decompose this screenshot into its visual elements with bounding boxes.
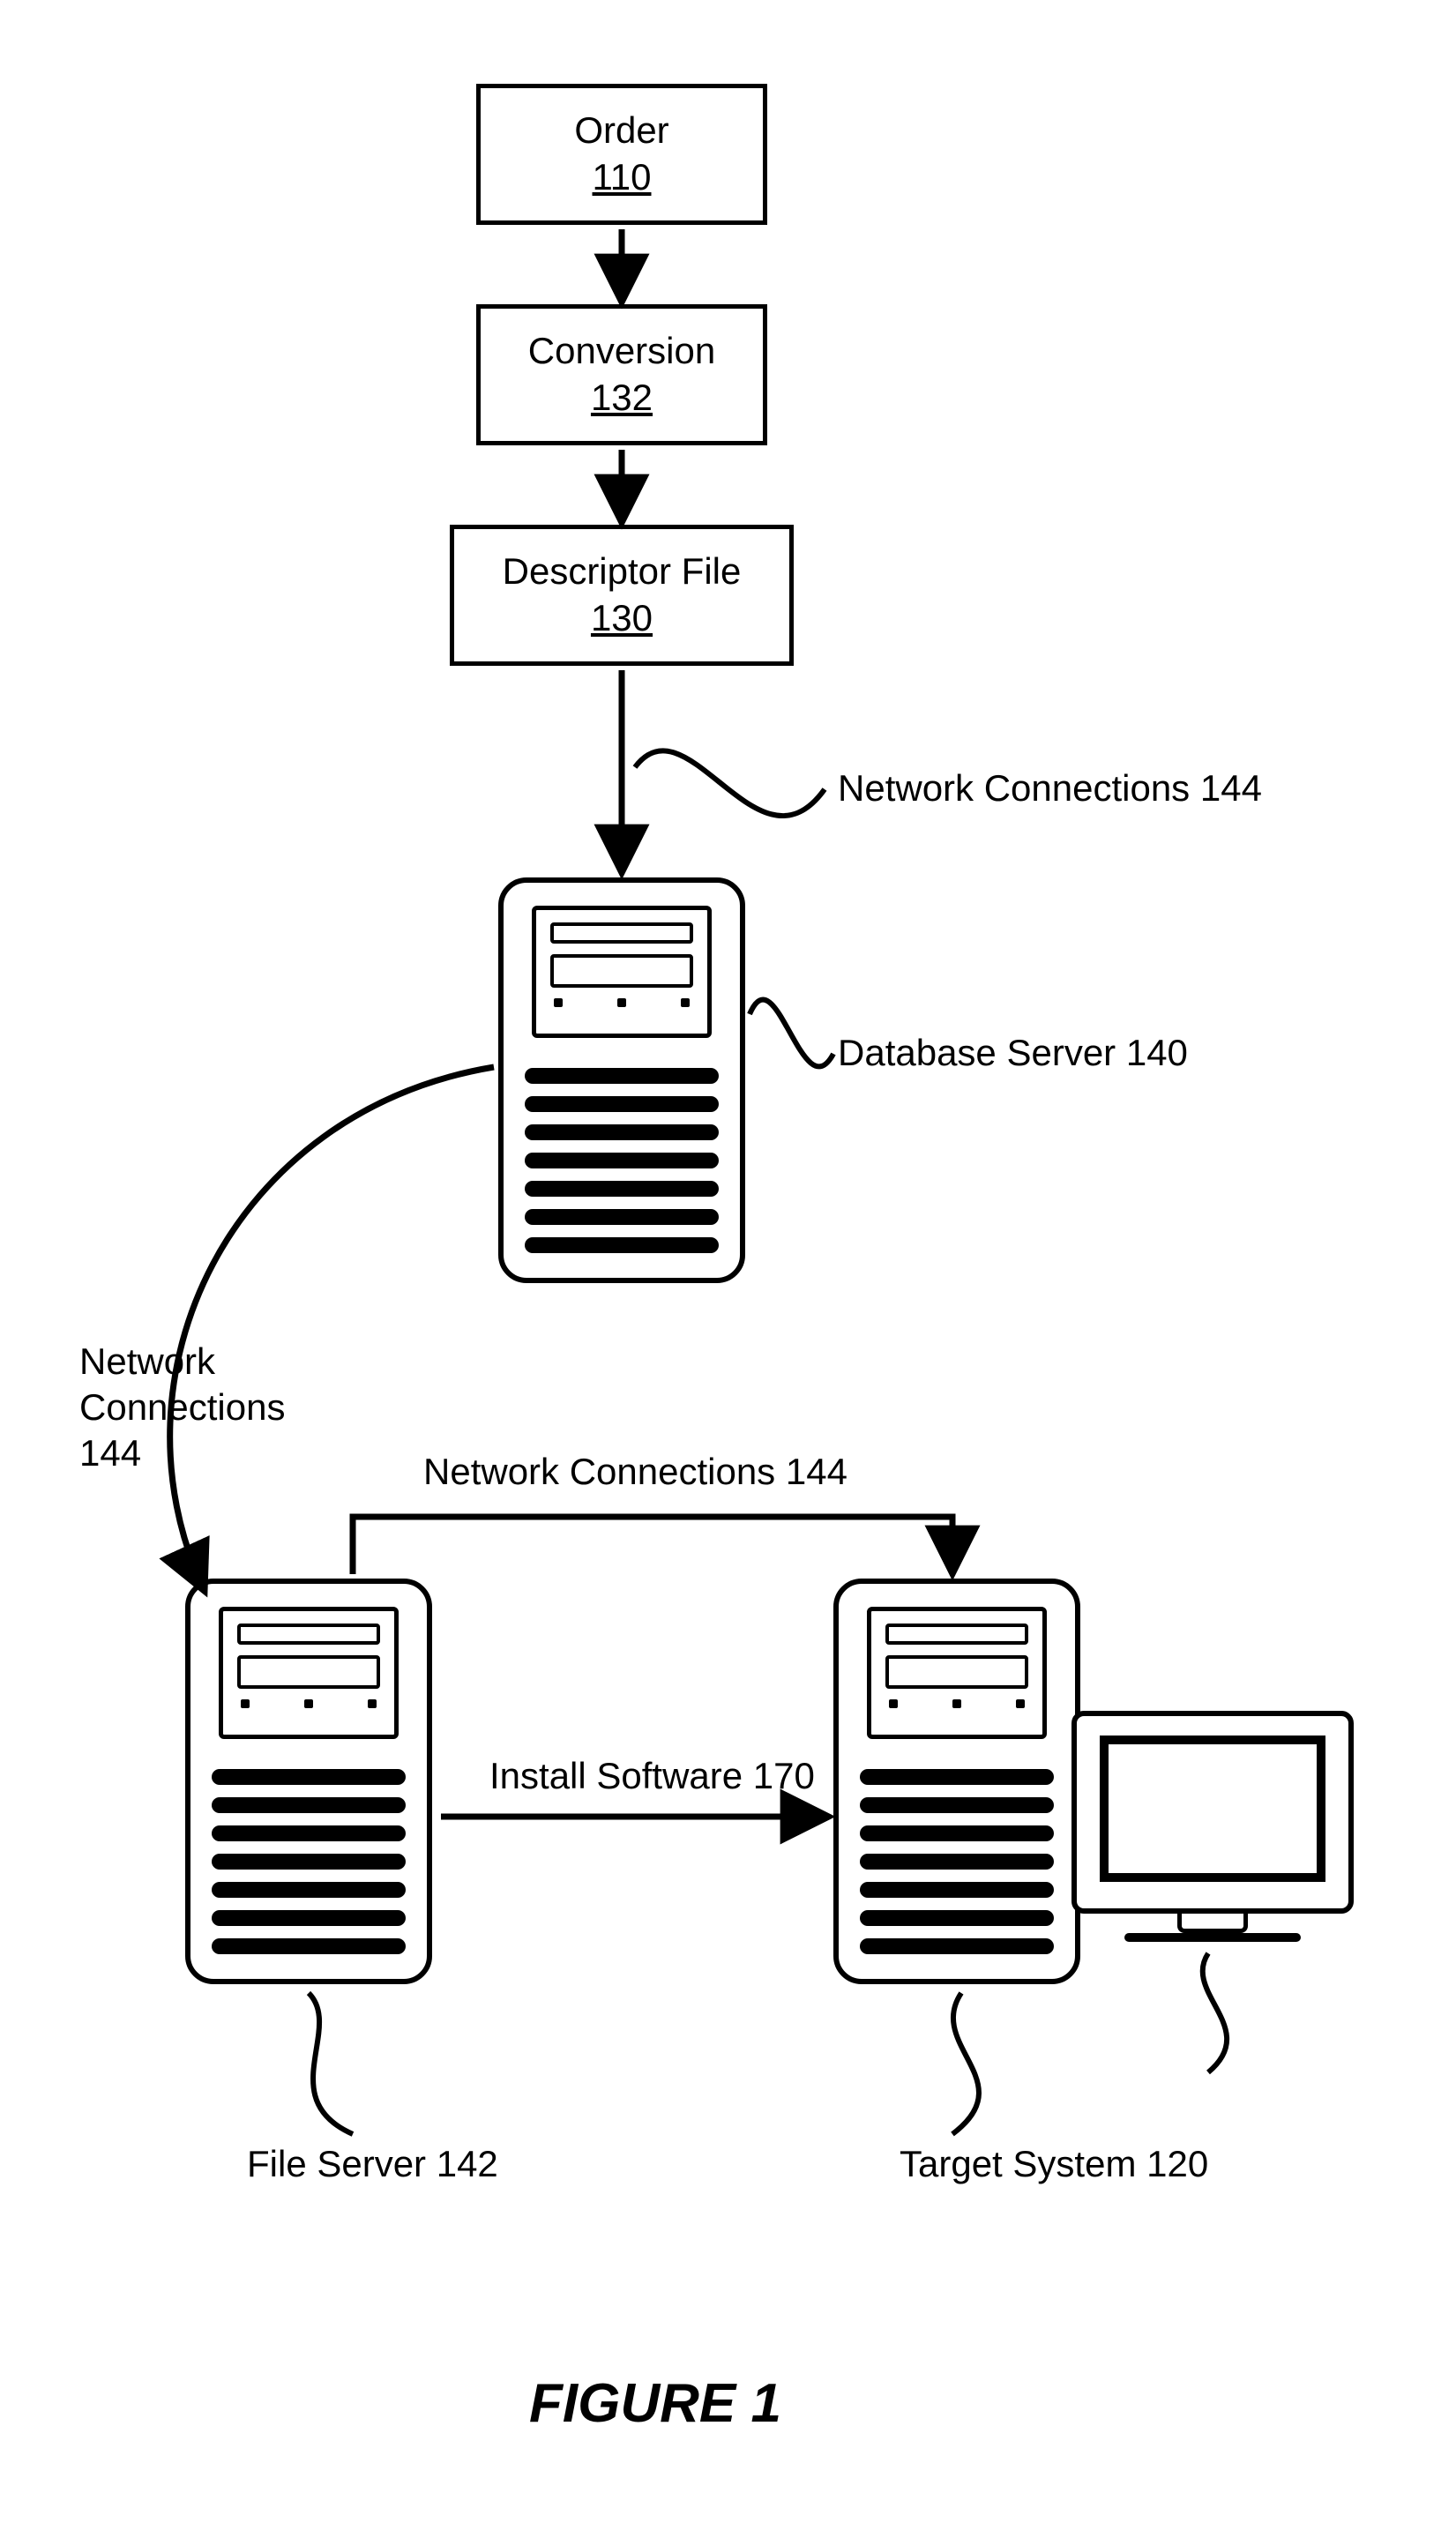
diagram-canvas: Order 110 Conversion 132 Descriptor File… — [0, 0, 1456, 2538]
box-descriptor-ref: 130 — [454, 595, 789, 642]
label-file-server: File Server 142 — [247, 2143, 498, 2185]
box-conversion-label: Conversion — [481, 328, 763, 375]
label-network-connections-mid: Network Connections 144 — [423, 1451, 847, 1493]
label-network-connections-left-l3: 144 — [79, 1432, 141, 1474]
figure-caption: FIGURE 1 — [529, 2372, 781, 2435]
label-network-connections-left-l2: Connections — [79, 1386, 285, 1429]
box-order-ref: 110 — [481, 154, 763, 201]
label-install-software: Install Software 170 — [489, 1755, 815, 1797]
box-order: Order 110 — [476, 84, 767, 225]
box-conversion: Conversion 132 — [476, 304, 767, 445]
label-database-server: Database Server 140 — [838, 1032, 1188, 1074]
label-target-system: Target System 120 — [900, 2143, 1208, 2185]
box-conversion-ref: 132 — [481, 375, 763, 422]
box-order-label: Order — [481, 108, 763, 154]
target-system-monitor-icon — [1071, 1711, 1354, 1949]
box-descriptor-label: Descriptor File — [454, 549, 789, 595]
label-network-connections-top: Network Connections 144 — [838, 767, 1262, 810]
box-descriptor: Descriptor File 130 — [450, 525, 794, 666]
label-network-connections-left-l1: Network — [79, 1340, 215, 1383]
